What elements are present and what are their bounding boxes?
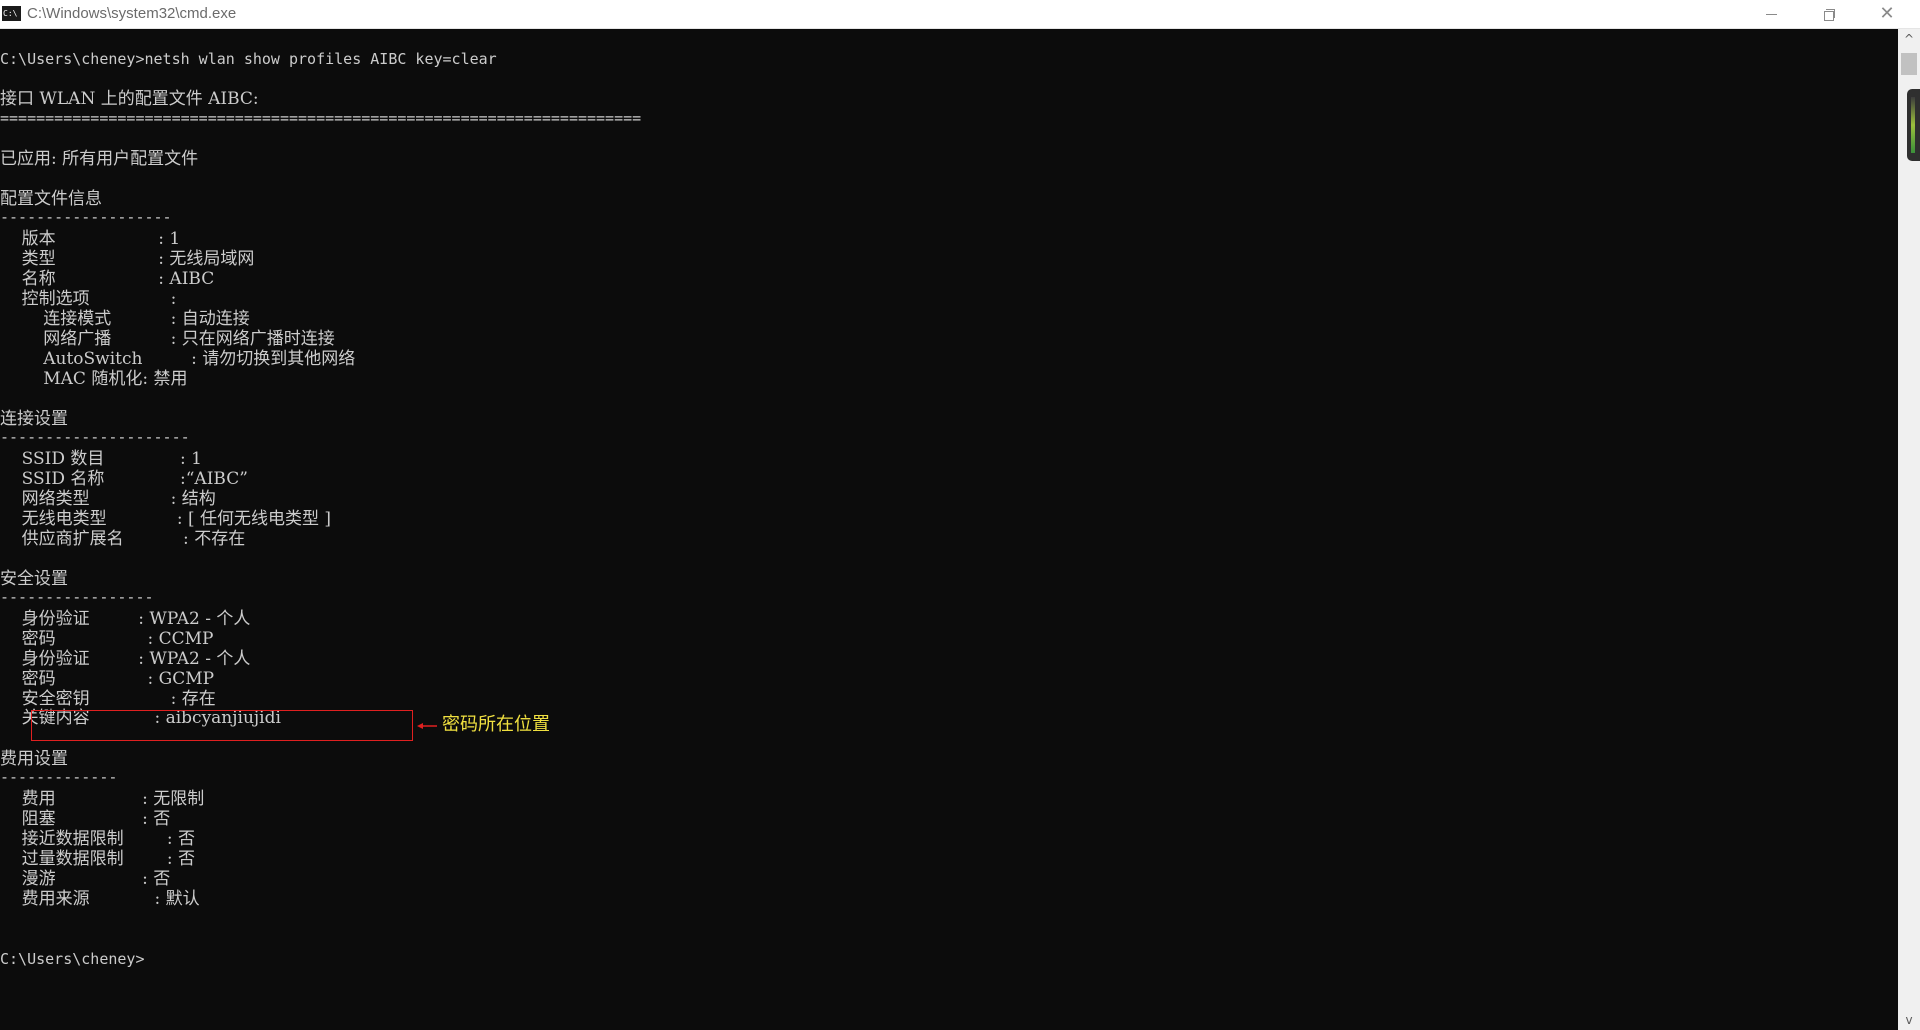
console-line: 密码 : CCMP [0,629,214,649]
console-line: 安全密钥 : 存在 [0,689,216,709]
console-line: 网络类型 : 结构 [0,489,216,509]
command-line: C:\Users\cheney>netsh wlan show profiles… [0,50,497,68]
red-arrow-icon [417,723,437,729]
console-line: 密码 : GCMP [0,669,215,689]
scroll-down-arrow-icon[interactable]: v [1898,1010,1920,1030]
console-separator: ------------- [0,768,118,786]
scroll-up-arrow-icon[interactable]: ^ [1898,29,1920,49]
title-bar[interactable]: C:\ C:\Windows\system32\cmd.exe ✕ [0,0,1920,29]
section-heading: 连接设置 [0,409,68,429]
console-line: 版本 : 1 [0,229,181,249]
password-highlight-box [31,710,413,741]
console-separator: ========================================… [0,109,642,127]
restore-icon [1823,8,1835,21]
console-line: SSID 数目 : 1 [0,449,202,469]
minimize-button[interactable] [1742,0,1800,28]
console-line: 无线电类型 : [ 任何无线电类型 ] [0,509,332,529]
console-line: 网络广播 : 只在网络广播时连接 [0,329,335,349]
console-line: 名称 : AIBC [0,269,215,289]
console-separator: ----------------- [0,588,154,606]
console-line: 供应商扩展名 : 不存在 [0,529,246,549]
cmd-window: C:\ C:\Windows\system32\cmd.exe ✕ C:\Use… [0,0,1920,1030]
section-heading: 安全设置 [0,569,68,589]
console-line: 已应用: 所有用户配置文件 [0,149,199,169]
close-button[interactable]: ✕ [1858,0,1916,28]
console-line: 控制选项 : [0,289,177,309]
console-line: 阻塞 : 否 [0,809,171,829]
minimize-icon [1765,13,1777,15]
section-heading: 费用设置 [0,749,68,769]
password-location-annotation: 密码所在位置 [442,714,550,735]
console-line: 过量数据限制 : 否 [0,849,195,869]
console-line: 漫游 : 否 [0,869,171,889]
command-prompt: C:\Users\cheney> [0,950,145,968]
vertical-scrollbar[interactable]: ^ v [1898,29,1920,1030]
console-line: 身份验证 : WPA2 - 个人 [0,609,251,629]
restore-button[interactable] [1800,0,1858,28]
console-separator: --------------------- [0,428,190,446]
console-line: SSID 名称 :“AIBC” [0,469,248,489]
console-line: MAC 随机化: 禁用 [0,369,188,389]
console-line: 接口 WLAN 上的配置文件 AIBC: [0,89,259,109]
console-separator: ------------------- [0,208,172,226]
console-output[interactable]: C:\Users\cheney>netsh wlan show profiles… [0,29,1898,1030]
section-heading: 配置文件信息 [0,189,102,209]
scroll-thumb[interactable] [1901,53,1917,75]
gauge-fill [1911,97,1915,153]
cmd-app-icon[interactable]: C:\ [2,6,21,21]
side-gauge-widget [1907,89,1920,161]
console-line: 接近数据限制 : 否 [0,829,195,849]
close-icon: ✕ [1879,3,1895,24]
console-line: 费用 : 无限制 [0,789,205,809]
console-line: AutoSwitch : 请勿切换到其他网络 [0,349,356,369]
window-title: C:\Windows\system32\cmd.exe [27,5,237,22]
console-line: 费用来源 : 默认 [0,889,200,909]
console-line: 类型 : 无线局域网 [0,249,255,269]
console-line: 身份验证 : WPA2 - 个人 [0,649,251,669]
console-line: 连接模式 : 自动连接 [0,309,250,329]
